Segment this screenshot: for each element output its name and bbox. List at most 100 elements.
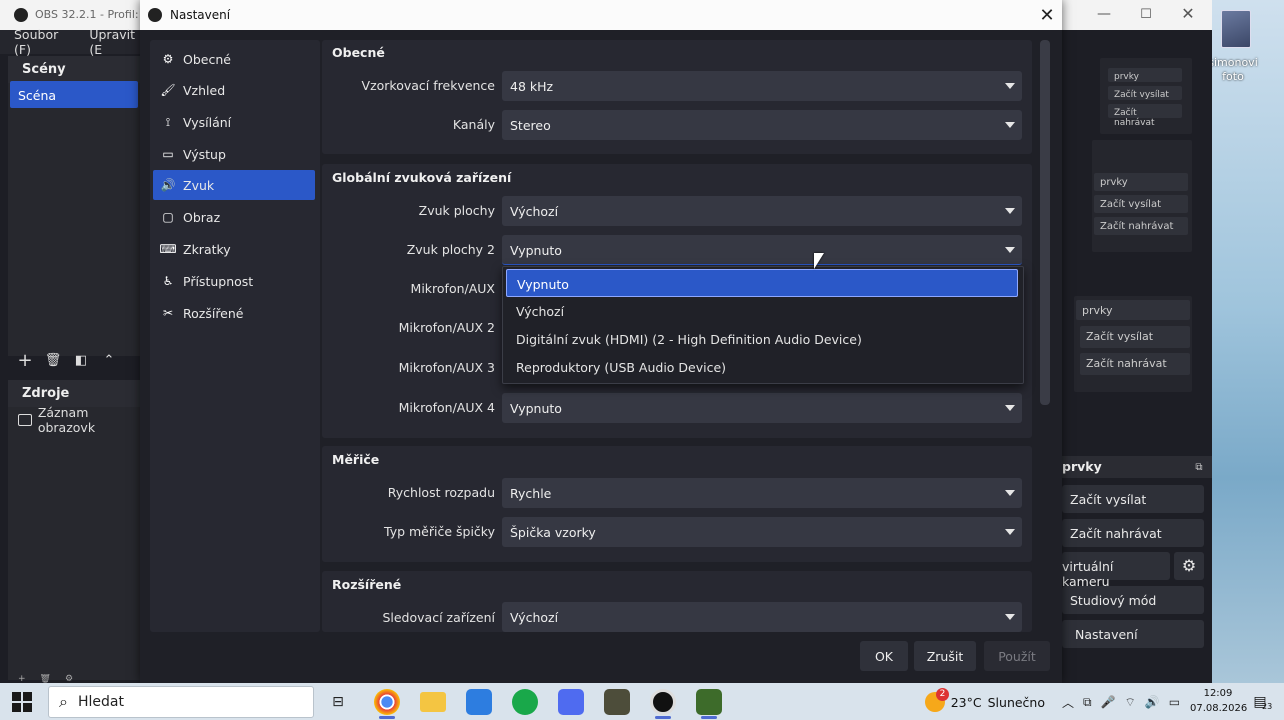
volume-icon[interactable]: 🔊 — [1145, 695, 1160, 709]
controls-header: prvky — [1062, 456, 1212, 478]
obs-taskbar-icon[interactable] — [650, 689, 676, 715]
source-item-label: Záznam obrazovk — [37, 405, 96, 435]
tools-icon: ✂ — [162, 306, 174, 320]
chevron-down-icon — [1005, 529, 1015, 535]
dropdown-option[interactable]: Výchozí — [506, 297, 1018, 325]
mic3-label: Mikrofon/AUX 3 — [398, 360, 495, 375]
mini-label: Začít vysílat — [1080, 326, 1190, 348]
sample-rate-label: Vzorkovací frekvence — [361, 78, 495, 93]
group-title-global-audio: Globální zvuková zařízení — [332, 170, 512, 185]
sidebar-item-output[interactable]: ▭ Výstup — [153, 139, 315, 169]
monitor-device-label: Sledovací zařízení — [382, 610, 495, 625]
sidebar-item-stream[interactable]: ⟟ Vysílání — [153, 107, 315, 137]
search-placeholder: Hledat — [77, 694, 124, 710]
weather-badge: 2 — [936, 688, 949, 701]
weather-widget[interactable]: 2 23°C Slunečno — [925, 688, 1045, 716]
accessibility-icon: ♿ — [162, 274, 174, 288]
sidebar-item-label: Obraz — [183, 209, 221, 225]
cancel-button[interactable]: Zrušit — [914, 641, 976, 671]
start-streaming-button[interactable]: Začít vysílat — [1062, 485, 1204, 513]
trash-icon[interactable]: 🗑 — [42, 353, 64, 368]
sidebar-item-advanced[interactable]: ✂ Rozšířené — [153, 298, 315, 328]
chrome-icon[interactable] — [374, 689, 400, 715]
file-explorer-icon[interactable] — [420, 692, 446, 712]
minecraft-icon[interactable] — [604, 689, 630, 715]
combo-value: Špička vzorky — [510, 525, 596, 540]
sidebar-item-appearance[interactable]: 🖌 Vzhled — [153, 75, 315, 105]
sources-header: Zdroje — [8, 380, 150, 407]
screen-icon: ▢ — [162, 210, 174, 224]
minecraft-launcher-icon[interactable] — [696, 689, 722, 715]
remove-source-icon[interactable]: 🗑 — [40, 674, 51, 683]
chevron-up-icon[interactable]: ︿ — [1062, 694, 1074, 711]
sidebar-item-accessibility[interactable]: ♿ Přístupnost — [153, 266, 315, 296]
group-title-general: Obecné — [332, 45, 385, 60]
source-item[interactable]: Záznam obrazovk — [18, 405, 148, 435]
dropdown-option[interactable]: Vypnuto — [506, 269, 1018, 297]
desktop-audio2-combo[interactable]: Vypnuto — [502, 235, 1022, 265]
menu-file[interactable]: Soubor (F) — [14, 27, 77, 57]
mic1-label: Mikrofon/AUX — [410, 281, 495, 296]
group-title-advanced: Rozšířené — [332, 577, 402, 592]
sidebar-item-audio[interactable]: 🔊 Zvuk — [153, 170, 315, 200]
studio-mode-button[interactable]: Studiový mód — [1062, 586, 1204, 614]
desktop-folder-icon[interactable] — [1221, 10, 1251, 48]
wifi-icon[interactable]: ⌔ — [1125, 695, 1136, 710]
undock-icon[interactable]: ⧉ — [1192, 460, 1206, 474]
desktop-audio-combo[interactable]: Výchozí — [502, 196, 1022, 226]
task-view-icon[interactable]: ⊟ — [328, 692, 348, 712]
sidebar-item-hotkeys[interactable]: ⌨ Zkratky — [153, 234, 315, 264]
apply-button[interactable]: Použít — [984, 641, 1050, 671]
sidebar-item-label: Obecné — [183, 51, 231, 67]
virtual-camera-button[interactable]: virtuální kameru — [1062, 552, 1170, 589]
dropdown-option[interactable]: Digitální zvuk (HDMI) (2 - High Definiti… — [506, 325, 1018, 353]
add-icon[interactable]: + — [14, 350, 36, 371]
clock[interactable]: 12:09 07.08.2026 — [1190, 686, 1247, 718]
search-icon: ⌕ — [59, 692, 68, 711]
maximize-icon[interactable]: ☐ — [1138, 6, 1154, 22]
virtual-camera-settings-gear-icon[interactable]: ⚙ — [1174, 552, 1204, 580]
settings-button[interactable]: Nastavení — [1062, 620, 1204, 648]
sources-toolbar: + 🗑 ⚙ — [8, 674, 150, 683]
sidebar-item-label: Výstup — [183, 146, 226, 162]
dialog-close-icon[interactable]: ✕ — [1032, 0, 1062, 30]
desktop-icon-label[interactable]: simonovi foto — [1206, 56, 1260, 84]
scenes-header: Scény — [8, 56, 150, 83]
close-icon[interactable]: ✕ — [1180, 4, 1196, 23]
active-indicator — [701, 716, 717, 719]
content-scrollbar[interactable] — [1040, 40, 1050, 405]
decay-rate-label: Rychlost rozpadu — [387, 485, 495, 500]
chevron-down-icon — [1005, 490, 1015, 496]
move-up-icon[interactable]: ⌃ — [98, 353, 120, 368]
sidebar-item-video[interactable]: ▢ Obraz — [153, 202, 315, 232]
mini-label: Začít nahrávat — [1080, 353, 1190, 375]
microphone-icon[interactable]: 🎤 — [1101, 695, 1116, 709]
monitor-device-combo[interactable]: Výchozí — [502, 602, 1022, 632]
dropdown-option[interactable]: Reproduktory (USB Audio Device) — [506, 353, 1018, 381]
scene-item-selected[interactable]: Scéna — [10, 81, 138, 108]
taskbar-search[interactable]: ⌕ Hledat — [48, 686, 314, 718]
sample-rate-combo[interactable]: 48 kHz — [502, 71, 1022, 101]
sidebar-item-general[interactable]: ⚙ Obecné — [153, 44, 315, 74]
minimize-icon[interactable]: — — [1096, 6, 1112, 22]
peak-meter-combo[interactable]: Špička vzorky — [502, 517, 1022, 547]
decay-rate-combo[interactable]: Rychle — [502, 478, 1022, 508]
notification-icon[interactable]: ▤ 23 — [1246, 690, 1274, 714]
channels-combo[interactable]: Stereo — [502, 110, 1022, 140]
source-settings-icon[interactable]: ⚙ — [65, 674, 73, 683]
system-tray: ︿ ⧉ 🎤 ⌔ 🔊 ▭ — [1062, 690, 1182, 714]
filter-icon[interactable]: ◧ — [70, 353, 92, 368]
windows-start-icon[interactable] — [12, 692, 32, 712]
start-recording-button[interactable]: Začít nahrávat — [1062, 519, 1204, 547]
tray-app-icon[interactable]: ⧉ — [1083, 695, 1092, 710]
outlook-icon[interactable] — [466, 689, 492, 715]
app-icon[interactable] — [558, 689, 584, 715]
ok-button[interactable]: OK — [860, 641, 908, 671]
add-source-icon[interactable]: + — [18, 674, 26, 683]
channels-label: Kanály — [452, 117, 495, 132]
mic4-combo[interactable]: Vypnuto — [502, 393, 1022, 423]
settings-title: Nastavení — [170, 8, 231, 22]
combo-value: Rychle — [510, 486, 552, 501]
xbox-icon[interactable] — [512, 689, 538, 715]
battery-icon[interactable]: ▭ — [1169, 695, 1180, 709]
